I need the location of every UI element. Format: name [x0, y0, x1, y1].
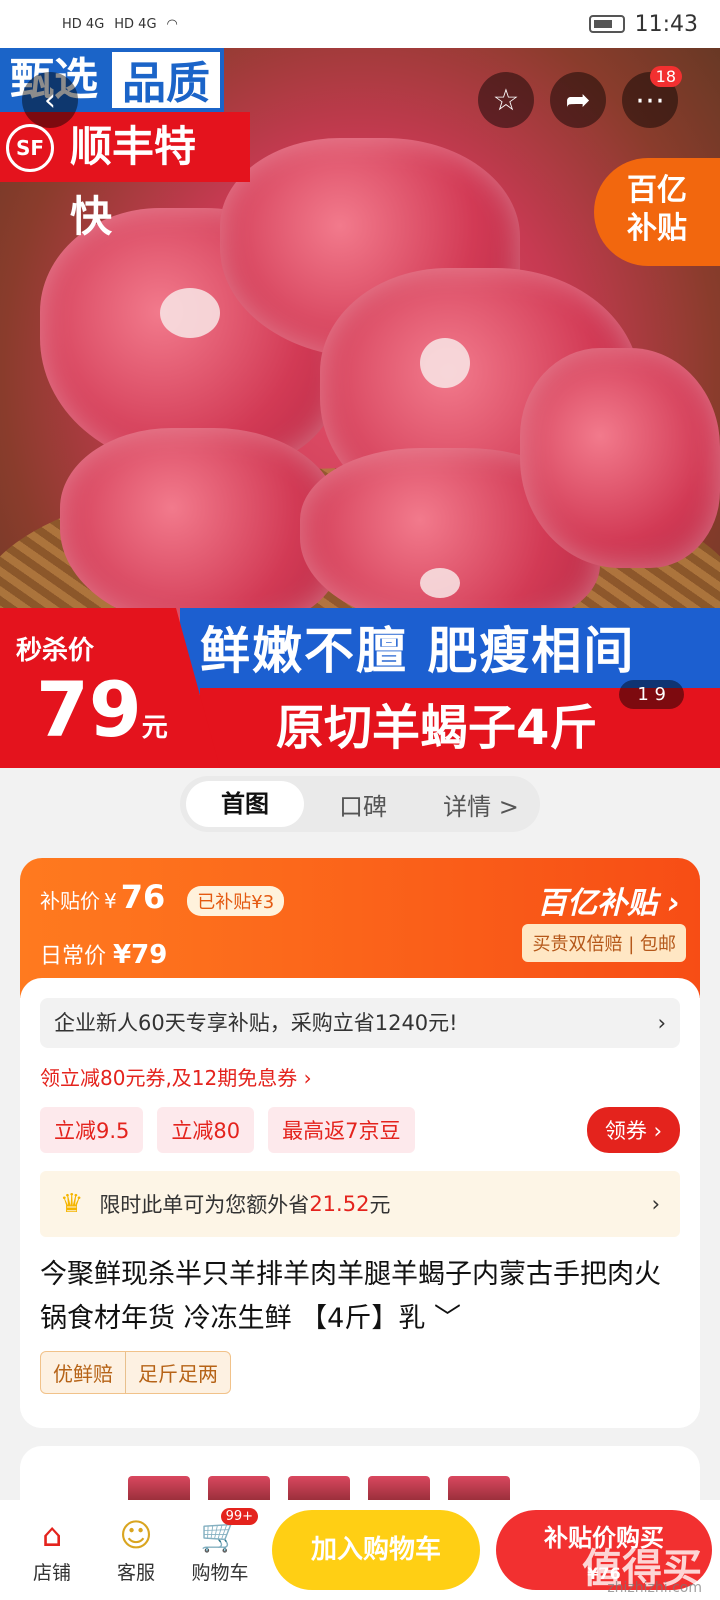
subsidized-tag: 已补贴¥3: [187, 886, 285, 916]
signal-indicators: HD 4G HD 4G ◠: [62, 17, 178, 32]
fat-marbling: [420, 338, 470, 388]
notification-badge: 18: [649, 66, 682, 87]
subsidy-price-label: 补贴价: [40, 889, 100, 913]
wifi-icon: ◠: [166, 16, 178, 32]
fat-marbling: [420, 568, 460, 598]
regular-price-label: 日常价: [40, 944, 107, 969]
customer-service-button[interactable]: ☺ 客服: [94, 1516, 178, 1585]
subsidy-badge: 百亿 补贴: [594, 158, 720, 266]
cart-button[interactable]: 🛒 99+ 购物车: [178, 1507, 262, 1585]
back-button[interactable]: ‹: [22, 72, 78, 128]
enterprise-offer-row[interactable]: 企业新人60天专享补贴，采购立省1240元! ›: [40, 998, 680, 1048]
customer-service-icon: ☺: [119, 1515, 153, 1554]
sim1-signal: HD 4G: [62, 16, 105, 32]
discount-tag: 立减80: [157, 1107, 255, 1153]
chevron-right-icon: ›: [657, 1011, 666, 1035]
favorite-star-icon[interactable]: ☆: [478, 72, 534, 128]
service-label: 优鲜赔: [53, 1362, 113, 1386]
subsidy-brand-link[interactable]: 百亿补贴 ›: [537, 878, 680, 922]
service-labels[interactable]: 优鲜赔 足斤足两: [40, 1351, 231, 1394]
extra-savings-row[interactable]: ♛ 限时此单可为您额外省 21.52 元 ›: [40, 1171, 680, 1237]
get-coupon-button[interactable]: 领券 ›: [586, 1107, 680, 1153]
watermark-url: zhizhizhi.com: [607, 1580, 702, 1596]
tab-main-image[interactable]: 首图: [186, 781, 304, 827]
image-pager: 1 9: [619, 680, 684, 709]
chevron-right-icon: ›: [651, 1192, 660, 1216]
store-button[interactable]: ⌂ 店铺: [10, 1516, 94, 1585]
service-label: 足斤足两: [125, 1352, 230, 1393]
meat-chunk: [60, 428, 340, 628]
subsidy-price: 76: [120, 878, 166, 916]
tab-details[interactable]: 详情 >: [422, 787, 540, 822]
battery-icon: [588, 15, 625, 33]
product-image-gallery[interactable]: 甄选 品质 SF 顺丰特快 ‹ ☆ ➦ ⋯ 18 百亿 补贴 鲜嫩不膻 肥瘦相间…: [0, 48, 720, 768]
price-bar: 补贴价 ¥ 76 已补贴¥3 日常价 ¥79 百亿补贴 › 买贵双倍赔 | 包邮: [20, 858, 700, 998]
cart-badge: 99+: [220, 1507, 258, 1525]
guarantee-tag: 买贵双倍赔 | 包邮: [522, 924, 686, 962]
product-info-card: 补贴价 ¥ 76 已补贴¥3 日常价 ¥79 百亿补贴 › 买贵双倍赔 | 包邮…: [20, 858, 700, 1428]
add-to-cart-button[interactable]: 加入购物车: [272, 1510, 480, 1590]
sim2-signal: HD 4G: [114, 16, 157, 32]
status-bar: HD 4G HD 4G ◠ 11:43: [0, 0, 720, 48]
discount-tag: 最高返7京豆: [268, 1107, 415, 1153]
sf-logo-icon: SF: [6, 124, 54, 172]
more-menu-button[interactable]: ⋯ 18: [622, 66, 682, 128]
product-title[interactable]: 今聚鲜现杀半只羊排羊肉羊腿羊蝎子内蒙古手把肉火锅食材年货 冷冻生鲜 【4斤】乳 …: [40, 1253, 680, 1341]
chevron-down-icon: ﹀: [433, 1303, 461, 1334]
tag-quality: 品质: [108, 48, 224, 112]
promo-section: 企业新人60天专享补贴，采购立省1240元! › 领立减80元券,及12期免息券…: [20, 978, 700, 1428]
share-icon[interactable]: ➦: [550, 72, 606, 128]
regular-price: ¥79: [113, 940, 168, 970]
crown-icon: ♛: [60, 1189, 84, 1219]
store-icon: ⌂: [41, 1515, 63, 1554]
discount-tags: 立减9.5 立减80 最高返7京豆 领券 ›: [40, 1107, 680, 1153]
tab-reviews[interactable]: 口碑: [304, 787, 422, 822]
meat-chunk: [520, 348, 720, 568]
coupon-link[interactable]: 领立减80元券,及12期免息券 ›: [40, 1062, 680, 1091]
clock: 11:43: [634, 11, 698, 37]
related-thumbnails: [20, 1446, 700, 1506]
discount-tag: 立减9.5: [40, 1107, 144, 1153]
content-tabs: 首图 口碑 详情 >: [180, 776, 540, 832]
fat-marbling: [160, 288, 220, 338]
